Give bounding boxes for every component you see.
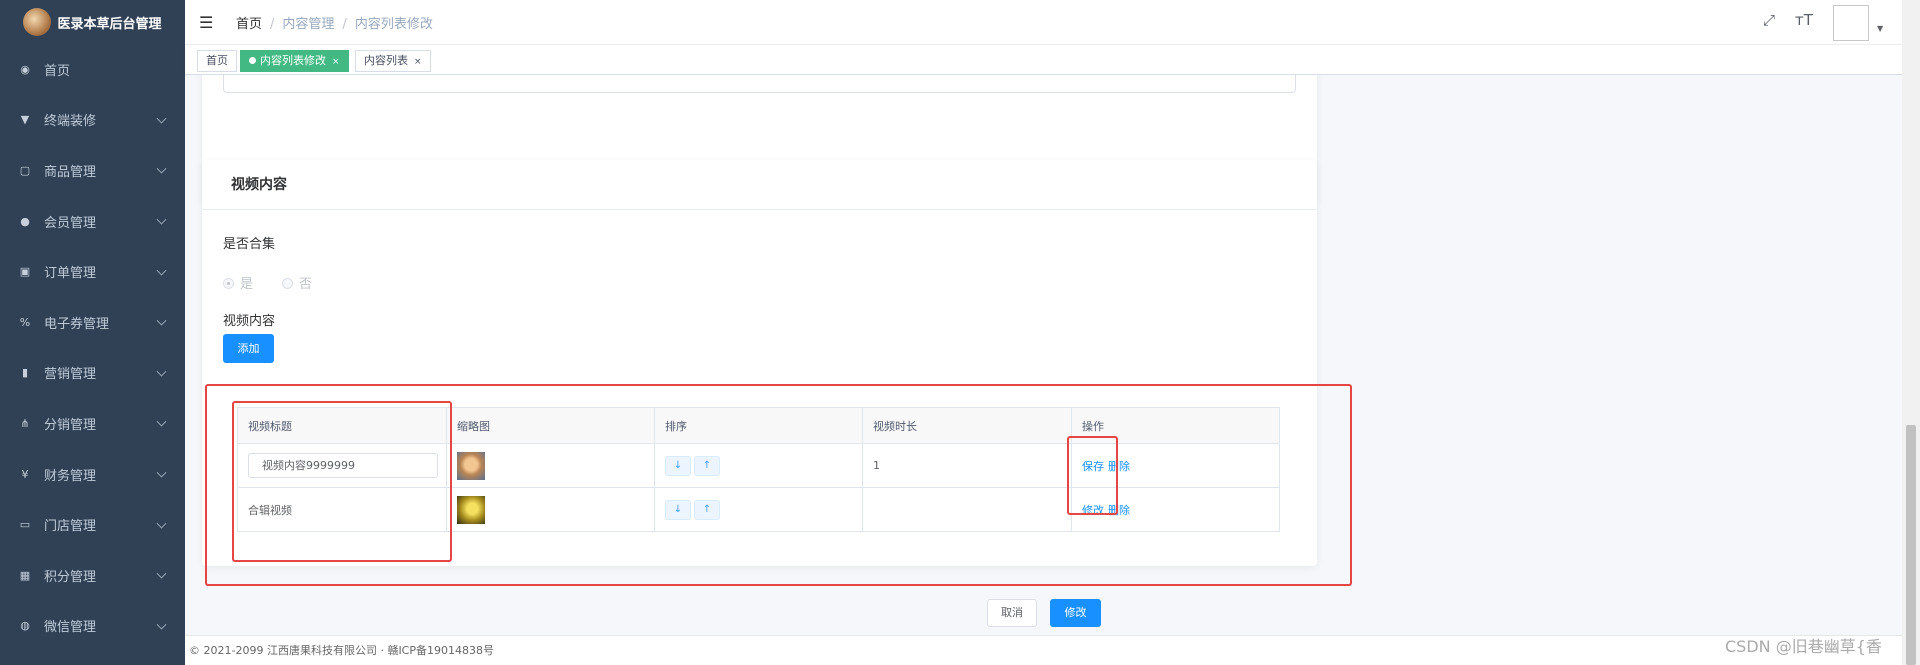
sidebar-item-label: 分销管理 [44, 417, 97, 433]
chevron-down-icon [156, 265, 167, 276]
goods-icon: ▢ [19, 163, 31, 177]
caret-down-icon[interactable]: ▼ [1877, 24, 1883, 33]
radio-label: 是 [240, 277, 254, 292]
chevron-down-icon [156, 619, 167, 630]
close-icon[interactable]: × [332, 57, 340, 67]
sidebar-item-coupons[interactable]: % 电子券管理 [0, 297, 185, 348]
chevron-down-icon [156, 518, 167, 529]
sidebar-item-finance[interactable]: ¥ 财务管理 [0, 449, 185, 500]
radio-label: 否 [299, 277, 313, 292]
add-button[interactable]: 添加 [223, 334, 274, 363]
finance-icon: ¥ [21, 467, 29, 481]
sidebar-item-label: 营销管理 [44, 367, 97, 383]
breadcrumb-content-manage[interactable]: 内容管理 [282, 17, 334, 32]
bar-chart-icon: ▮ [21, 366, 29, 380]
sidebar-item-wechat[interactable]: ◍ 微信管理 [0, 601, 185, 652]
chevron-down-icon [156, 417, 167, 428]
video-content-label: 视频内容 [223, 314, 276, 329]
tag-content-edit[interactable]: 内容列表修改 × [240, 50, 349, 72]
chevron-down-icon [156, 113, 167, 124]
main-content: 视频内容 是否合集 是 否 视频内容 添加 视频标题 缩略图 排序 视频时长 操… [185, 75, 1902, 635]
fullscreen-icon[interactable]: ⤢ [1763, 11, 1775, 29]
sidebar-item-label: 积分管理 [44, 569, 97, 585]
app-title: 医录本草后台管理 [57, 16, 162, 32]
hamburger-icon[interactable]: ☰ [199, 13, 213, 32]
share-icon: ⋔ [20, 416, 30, 430]
sidebar-item-label: 商品管理 [44, 164, 97, 180]
watermark: CSDN @旧巷幽草{香 [1725, 637, 1882, 656]
breadcrumb-home[interactable]: 首页 [236, 17, 262, 32]
top-navbar: ☰ 首页 / 内容管理 / 内容列表修改 ⤢ тT ▼ [185, 0, 1902, 44]
annotation-action-box [1067, 436, 1118, 515]
tags-view: 首页 内容列表修改 × 内容列表 × [185, 44, 1902, 75]
footer: © 2021-2099 江西唐果科技有限公司 · 赣ICP备19014838号 [185, 635, 1902, 665]
users-icon: ● [20, 214, 30, 228]
sidebar-item-orders[interactable]: ▣ 订单管理 [0, 246, 185, 297]
sidebar-item-decoration[interactable]: ▼ 终端装修 [0, 95, 185, 146]
tag-label: 内容列表修改 [260, 54, 326, 67]
lock-icon: ▣ [19, 265, 31, 279]
sidebar-item-label: 电子券管理 [44, 316, 110, 332]
text-area[interactable] [223, 75, 1296, 93]
wechat-icon: ◍ [20, 619, 30, 633]
collection-label: 是否合集 [223, 237, 276, 252]
sidebar-item-home[interactable]: ◉ 首页 [0, 44, 185, 95]
radio-no[interactable]: 否 [282, 273, 312, 292]
sidebar-item-marketing[interactable]: ▮ 营销管理 [0, 348, 185, 399]
card-title: 视频内容 [202, 160, 1317, 210]
radio-yes[interactable]: 是 [223, 273, 253, 292]
chevron-down-icon [156, 315, 167, 326]
sidebar-item-label: 财务管理 [44, 468, 97, 484]
radio-circle [223, 278, 234, 289]
submit-button[interactable]: 修改 [1050, 599, 1101, 627]
tag-home[interactable]: 首页 [197, 50, 237, 72]
chevron-down-icon [156, 214, 167, 225]
sidebar-item-points[interactable]: ▦ 积分管理 [0, 550, 185, 601]
close-icon[interactable]: × [414, 57, 422, 67]
coupon-icon: % [19, 315, 31, 329]
active-dot-icon [249, 57, 256, 64]
sidebar-item-goods[interactable]: ▢ 商品管理 [0, 145, 185, 196]
tag-content-list[interactable]: 内容列表 × [355, 50, 431, 72]
scrollbar-thumb[interactable] [1906, 425, 1916, 665]
radio-circle [282, 278, 293, 289]
chevron-down-icon [156, 568, 167, 579]
chevron-down-icon [156, 164, 167, 175]
calendar-icon: ▦ [19, 568, 31, 582]
sidebar-item-label: 订单管理 [44, 266, 97, 282]
sidebar: 医录本草后台管理 ◉ 首页 ▼ 终端装修 ▢ 商品管理 ● 会员管理 ▣ 订单管理 % 电子… [0, 0, 185, 665]
breadcrumb: 首页 / 内容管理 / 内容列表修改 [236, 17, 433, 32]
sidebar-header[interactable]: 医录本草后台管理 [0, 0, 185, 44]
dashboard-icon: ◉ [20, 62, 30, 76]
tag-label: 首页 [206, 54, 228, 67]
user-avatar[interactable] [1833, 5, 1869, 41]
tag-label: 内容列表 [364, 54, 408, 67]
sidebar-item-members[interactable]: ● 会员管理 [0, 196, 185, 247]
sidebar-item-label: 会员管理 [44, 215, 97, 231]
font-size-icon[interactable]: тT [1795, 11, 1813, 29]
sidebar-item-stores[interactable]: ▭ 门店管理 [0, 499, 185, 550]
store-icon: ▭ [19, 518, 31, 532]
cancel-button[interactable]: 取消 [987, 599, 1037, 627]
breadcrumb-current: 内容列表修改 [354, 17, 433, 32]
sidebar-item-label: 门店管理 [44, 519, 97, 535]
logo-avatar [23, 8, 52, 36]
chevron-down-icon [156, 366, 167, 377]
chevron-down-icon [156, 467, 167, 478]
sidebar-item-label: 微信管理 [44, 620, 97, 636]
shirt-icon: ▼ [20, 113, 30, 127]
annotation-title-box [232, 401, 452, 562]
sidebar-item-label: 首页 [44, 63, 71, 79]
sidebar-item-distribution[interactable]: ⋔ 分销管理 [0, 398, 185, 449]
sidebar-item-label: 终端装修 [44, 114, 97, 130]
